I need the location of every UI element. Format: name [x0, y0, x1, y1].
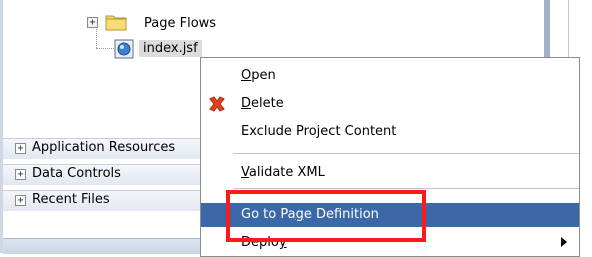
tree-node-page-flows[interactable]: Page Flows — [144, 16, 216, 31]
menu-item-validate-xml[interactable]: Validate XML — [201, 161, 579, 185]
submenu-arrow-icon — [561, 237, 567, 247]
expand-icon[interactable]: + — [15, 169, 26, 180]
menu-item-exclude-project-content[interactable]: Exclude Project Content — [201, 120, 579, 144]
menu-label-delete: Delete — [241, 96, 284, 111]
tree-expand-toggle[interactable]: + — [87, 17, 98, 28]
menu-label-exclude: Exclude Project Content — [241, 124, 397, 139]
folder-icon — [105, 15, 127, 31]
jsf-file-icon — [114, 39, 134, 59]
tree-connector-branch — [96, 48, 114, 49]
menu-label-open: Open — [241, 68, 276, 83]
accordion-label: Application Resources — [32, 140, 176, 155]
accordion-label: Recent Files — [32, 192, 110, 207]
expand-icon[interactable]: + — [15, 143, 26, 154]
menu-label-validate: Validate XML — [241, 165, 325, 180]
menu-separator — [233, 153, 579, 154]
accordion-label: Data Controls — [32, 166, 121, 181]
menu-separator — [233, 188, 579, 189]
expand-icon[interactable]: + — [15, 195, 26, 206]
red-highlight-annotation — [226, 190, 426, 242]
menu-item-delete[interactable]: Delete — [201, 92, 579, 116]
tree-node-index-jsf[interactable]: index.jsf — [139, 40, 202, 57]
menu-item-open[interactable]: Open — [201, 64, 579, 88]
delete-icon — [209, 96, 225, 112]
